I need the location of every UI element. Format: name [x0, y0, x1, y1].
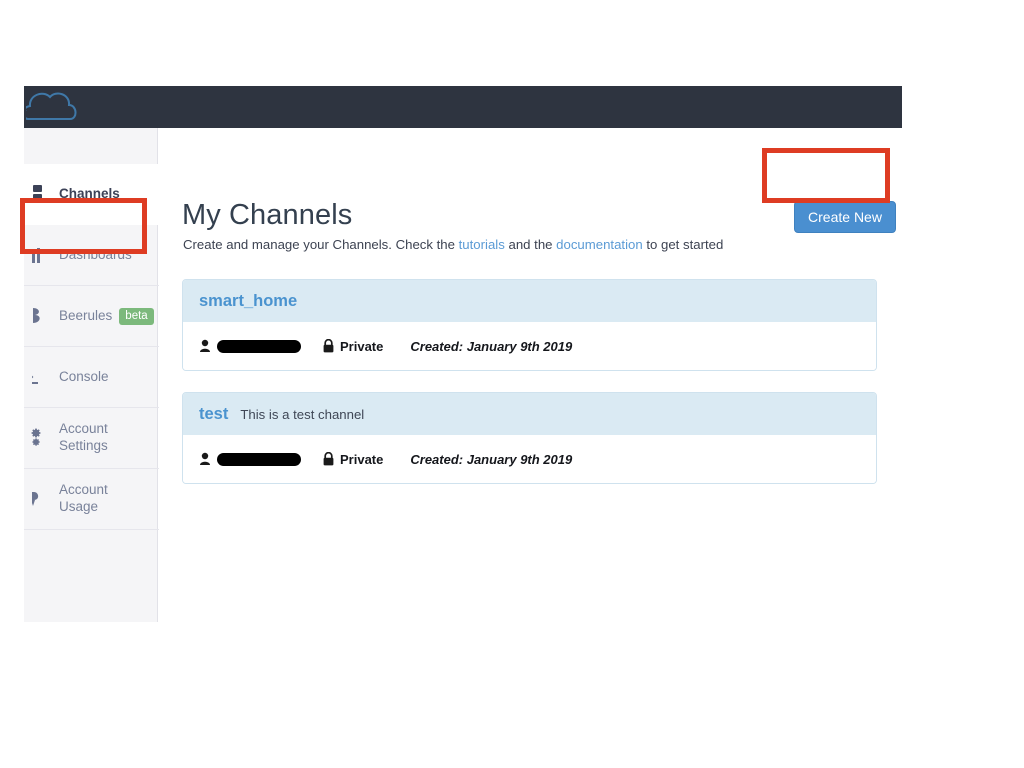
channel-card-header: smart_home	[183, 280, 876, 322]
sidebar-item-dashboards[interactable]: Dashboards	[24, 225, 159, 286]
gauge-icon	[28, 488, 50, 510]
page-subtitle: Create and manage your Channels. Check t…	[183, 237, 723, 252]
user-icon	[199, 452, 211, 466]
sidebar-item-console[interactable]: Console	[24, 347, 159, 408]
create-new-button[interactable]: Create New	[794, 201, 896, 233]
sidebar-item-label: Beerules	[59, 307, 113, 323]
visibility-label: Private	[340, 451, 384, 467]
channel-name[interactable]: smart_home	[199, 292, 297, 311]
visibility-label: Private	[340, 338, 384, 354]
screenshot-root: Channels Dashboards Beerules beta Consol…	[0, 0, 1024, 768]
sidebar-item-channels[interactable]: Channels	[24, 164, 160, 225]
user-icon	[199, 339, 211, 353]
channel-card-meta: Private Created: January 9th 2019	[183, 435, 876, 483]
cloud-icon[interactable]	[24, 88, 96, 128]
sidebar-item-label: Channels	[59, 185, 120, 201]
subtitle-text-part1: Create and manage your Channels. Check t…	[183, 237, 459, 252]
channels-icon	[28, 183, 50, 205]
channel-card[interactable]: test This is a test channel Private Crea…	[182, 392, 877, 484]
main-content: My Channels Create and manage your Chann…	[159, 128, 902, 622]
sidebar-item-label: Account Settings	[59, 421, 108, 453]
page-title: My Channels	[182, 199, 353, 231]
channel-description: This is a test channel	[240, 406, 365, 422]
terminal-icon	[28, 366, 50, 388]
redacted-owner-name	[217, 452, 301, 466]
sidebar: Channels Dashboards Beerules beta Consol…	[24, 128, 160, 622]
sidebar-item-account-usage[interactable]: Account Usage	[24, 469, 159, 530]
channel-card-header: test This is a test channel	[183, 393, 876, 435]
created-label: Created: January 9th 2019	[410, 451, 573, 467]
documentation-link[interactable]: documentation	[556, 237, 643, 252]
channel-card-meta: Private Created: January 9th 2019	[183, 322, 876, 370]
sidebar-item-label: Dashboards	[59, 246, 132, 262]
app-window: Channels Dashboards Beerules beta Consol…	[24, 86, 902, 622]
top-navbar	[24, 86, 902, 128]
sidebar-item-label: Account Usage	[59, 482, 108, 514]
lock-icon	[323, 452, 334, 466]
sidebar-item-account-settings[interactable]: Account Settings	[24, 408, 159, 469]
beerules-icon	[28, 305, 50, 327]
tutorials-link[interactable]: tutorials	[459, 237, 505, 252]
beta-badge: beta	[119, 307, 154, 325]
sidebar-item-label: Console	[59, 368, 109, 384]
subtitle-text-part2: and the	[504, 237, 557, 252]
channel-name[interactable]: test	[199, 405, 228, 424]
gear-icon	[28, 427, 50, 449]
lock-icon	[323, 339, 334, 353]
sidebar-item-beerules[interactable]: Beerules beta	[24, 286, 159, 347]
created-label: Created: January 9th 2019	[410, 338, 573, 354]
subtitle-text-part3: to get started	[642, 237, 724, 252]
channel-card[interactable]: smart_home Private Created: January 9th …	[182, 279, 877, 371]
redacted-owner-name	[217, 339, 301, 353]
bar-chart-icon	[28, 244, 50, 266]
